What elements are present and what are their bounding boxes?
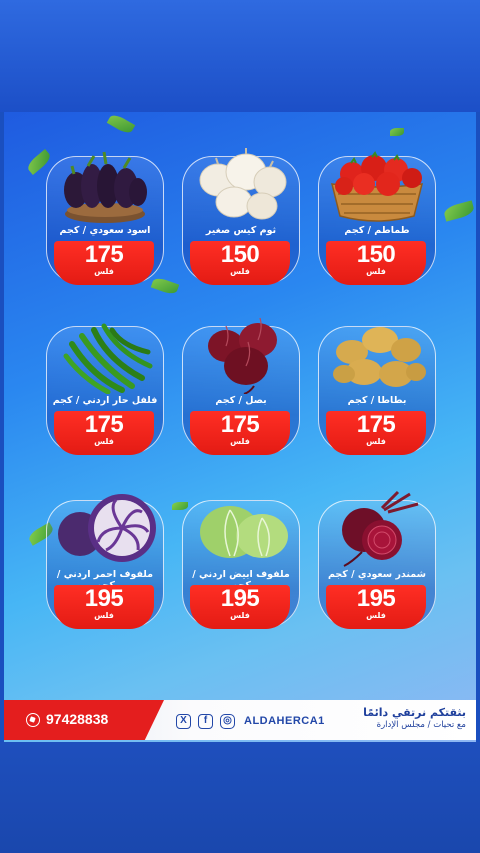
price-badge: 175 فلس — [54, 241, 154, 285]
product-card[interactable]: شمندر سعودي / كجم 195 فلس — [312, 490, 442, 640]
price-value: 150 — [356, 241, 396, 268]
bottom-band — [0, 742, 480, 853]
phone-number: 97428838 — [46, 711, 109, 727]
top-band — [0, 0, 480, 112]
facebook-icon[interactable]: f — [198, 714, 213, 729]
product-name: بصل / كجم — [215, 395, 267, 406]
slogan: بثقتكم نرتقي دائمًا مع تحيات / مجلس الإد… — [363, 706, 466, 730]
price-badge: 175 فلس — [326, 411, 426, 455]
price-unit: فلس — [230, 437, 250, 446]
price-value: 175 — [84, 241, 124, 268]
garlic-icon — [199, 148, 287, 220]
leaf-decoration — [390, 128, 404, 136]
price-unit: فلس — [366, 437, 386, 446]
price-badge: 175 فلس — [54, 411, 154, 455]
leaf-decoration — [106, 112, 136, 136]
product-name: ثوم كيس صغير — [205, 225, 277, 236]
product-name: شمندر سعودي / كجم — [327, 569, 426, 580]
price-badge: 195 فلس — [326, 585, 426, 629]
price-unit: فلس — [366, 611, 386, 620]
social-handle[interactable]: ALDAHERCA1 — [244, 715, 325, 727]
product-card[interactable]: ثوم كيس صغير 150 فلس — [176, 146, 306, 296]
price-badge: 150 فلس — [326, 241, 426, 285]
slogan-line2: مع تحيات / مجلس الإدارة — [376, 720, 466, 730]
price-unit: فلس — [94, 611, 114, 620]
price-value: 175 — [84, 411, 124, 438]
instagram-icon[interactable]: ◎ — [220, 714, 235, 729]
price-value: 175 — [220, 411, 260, 438]
price-unit: فلس — [94, 267, 114, 276]
price-unit: فلس — [94, 437, 114, 446]
price-value: 175 — [356, 411, 396, 438]
whatsapp-icon — [26, 713, 40, 727]
leaf-decoration — [442, 200, 476, 222]
product-name: بطاطا / كجم — [347, 395, 407, 406]
price-unit: فلس — [366, 267, 386, 276]
product-card[interactable]: ملفوف ابيض اردني / كجم 195 فلس — [176, 490, 306, 640]
price-value: 195 — [356, 585, 396, 612]
product-card[interactable]: بطاطا / كجم 175 فلس — [312, 316, 442, 466]
price-unit: فلس — [230, 267, 250, 276]
price-value: 195 — [220, 585, 260, 612]
eggplant-icon — [64, 151, 147, 223]
price-badge: 150 فلس — [190, 241, 290, 285]
price-badge: 195 فلس — [54, 585, 154, 629]
price-badge: 195 فلس — [190, 585, 290, 629]
phone-box[interactable]: 97428838 — [4, 700, 164, 740]
product-card[interactable]: اسود سعودي / كجم 175 فلس — [40, 146, 170, 296]
product-card[interactable]: طماطم / كجم 150 فلس — [312, 146, 442, 296]
tomato-basket-icon — [331, 151, 423, 222]
beetroot-icon — [342, 490, 419, 567]
product-name: اسود سعودي / كجم — [59, 225, 151, 236]
price-value: 150 — [220, 241, 260, 268]
product-card[interactable]: فلفل حار اردني / كجم 175 فلس — [40, 316, 170, 466]
price-badge: 175 فلس — [190, 411, 290, 455]
green-cabbage-icon — [200, 506, 288, 558]
product-card[interactable]: بصل / كجم 175 فلس — [176, 316, 306, 466]
product-name: فلفل حار اردني / كجم — [52, 395, 158, 406]
red-cabbage-icon — [58, 494, 156, 562]
x-icon[interactable]: X — [176, 714, 191, 729]
product-card[interactable]: ملفوف احمر اردني / كجم 195 فلس — [40, 490, 170, 640]
footer-bar: 97428838 X f ◎ ALDAHERCA1 بثقتكم نرتقي د… — [4, 700, 476, 740]
price-value: 195 — [84, 585, 124, 612]
slogan-line1: بثقتكم نرتقي دائمًا — [363, 706, 466, 719]
green-chili-icon — [63, 323, 153, 394]
red-onion-icon — [208, 317, 277, 394]
potato-icon — [333, 327, 426, 387]
product-name: طماطم / كجم — [344, 225, 410, 236]
price-unit: فلس — [230, 611, 250, 620]
